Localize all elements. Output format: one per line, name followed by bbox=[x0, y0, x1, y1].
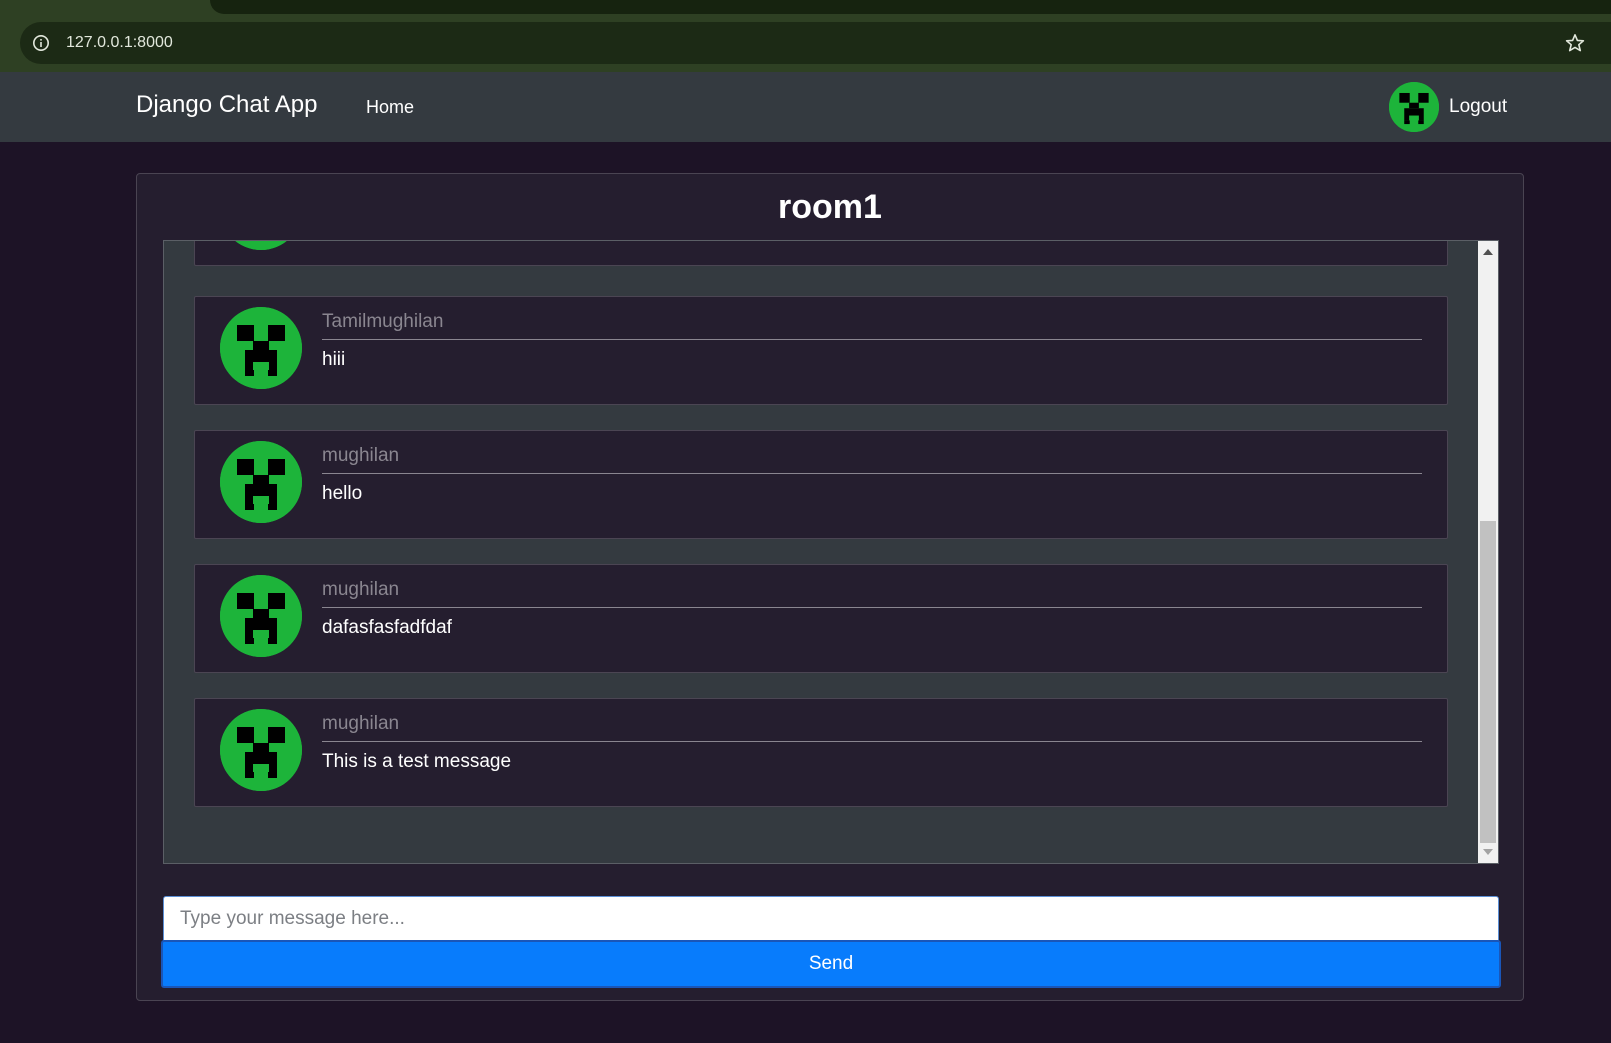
creeper-avatar-icon bbox=[220, 307, 302, 389]
chat-card: room1 Tamilmughilan hiii mughilan hello … bbox=[136, 173, 1524, 1001]
message-input[interactable] bbox=[163, 896, 1499, 942]
chat-scrollbar[interactable] bbox=[1478, 241, 1498, 863]
message-card: mughilan This is a test message bbox=[194, 698, 1448, 807]
message-text: This is a test message bbox=[322, 751, 512, 772]
message-username: mughilan bbox=[322, 445, 1422, 474]
address-bar[interactable]: 127.0.0.1:8000 bbox=[20, 22, 1611, 64]
message-text: dafasfasfadfdaf bbox=[322, 617, 452, 638]
creeper-avatar-icon bbox=[220, 441, 302, 523]
star-icon[interactable] bbox=[1563, 31, 1587, 55]
brand-title[interactable]: Django Chat App bbox=[136, 91, 317, 119]
scroll-up-arrow-icon[interactable] bbox=[1478, 243, 1498, 261]
creeper-avatar-icon bbox=[220, 241, 302, 250]
message-username: mughilan bbox=[322, 713, 1422, 742]
room-title: room1 bbox=[778, 188, 882, 226]
message-card bbox=[194, 241, 1448, 266]
send-button[interactable]: Send bbox=[161, 940, 1501, 988]
creeper-avatar-icon bbox=[220, 709, 302, 791]
browser-toolbar: 127.0.0.1:8000 bbox=[0, 0, 1611, 72]
navbar: Django Chat App Home Logout bbox=[0, 72, 1611, 142]
logout-link[interactable]: Logout bbox=[1449, 96, 1507, 118]
scroll-down-arrow-icon[interactable] bbox=[1478, 843, 1498, 861]
message-text: hello bbox=[322, 483, 363, 504]
tab-strip bbox=[210, 0, 1611, 14]
message-username: mughilan bbox=[322, 579, 1422, 608]
nav-home-link[interactable]: Home bbox=[366, 97, 414, 118]
info-icon[interactable] bbox=[20, 22, 62, 64]
message-card: mughilan dafasfasfadfdaf bbox=[194, 564, 1448, 673]
message-text: hiii bbox=[322, 349, 346, 370]
message-card: mughilan hello bbox=[194, 430, 1448, 539]
message-username: Tamilmughilan bbox=[322, 311, 1422, 340]
message-card: Tamilmughilan hiii bbox=[194, 296, 1448, 405]
message-list: Tamilmughilan hiii mughilan hello mughil… bbox=[164, 241, 1480, 863]
chat-log[interactable]: Tamilmughilan hiii mughilan hello mughil… bbox=[163, 240, 1499, 864]
creeper-avatar-icon bbox=[1389, 82, 1439, 132]
url-text[interactable]: 127.0.0.1:8000 bbox=[66, 34, 173, 52]
creeper-avatar-icon bbox=[220, 575, 302, 657]
scroll-thumb[interactable] bbox=[1480, 521, 1496, 843]
user-menu: Logout bbox=[1389, 82, 1507, 132]
